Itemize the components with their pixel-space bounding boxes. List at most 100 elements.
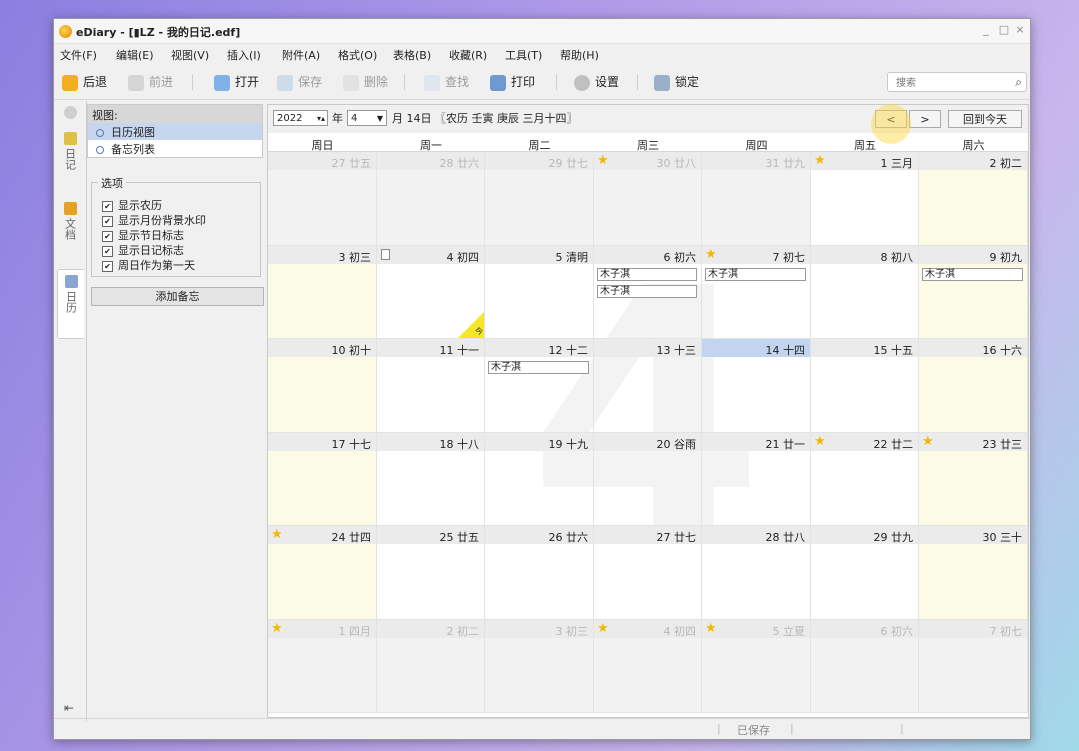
option-show-watermark[interactable]: ✔ 显示月份背景水印 (102, 212, 206, 227)
day-number: 14 十四 (765, 344, 806, 357)
day-number: 27 廿七 (656, 531, 697, 544)
day-cell[interactable]: 2 初二 (377, 619, 485, 713)
day-cell[interactable]: 26 廿六 (485, 526, 594, 620)
day-cell[interactable]: 8 初八 (811, 245, 919, 339)
save-button[interactable]: 保存 (277, 73, 322, 91)
day-cell[interactable]: 17 十七 (268, 432, 377, 526)
day-cell[interactable]: ★ 22 廿二 (811, 432, 919, 526)
menu-view[interactable]: 视图(V) (171, 47, 209, 63)
day-cell[interactable]: ★ 4 初四 (594, 619, 702, 713)
menu-favorites[interactable]: 收藏(R) (449, 47, 487, 63)
next-month-button[interactable]: > (909, 110, 941, 128)
option-sunday-first[interactable]: ✔ 周日作为第一天 (102, 257, 195, 272)
day-cell[interactable]: 13 十三 (594, 339, 702, 433)
day-cell[interactable]: ★ 23 廿三 (919, 432, 1028, 526)
back-to-today-button[interactable]: 回到今天 (948, 110, 1022, 128)
day-cell[interactable]: 21 廿一 (702, 432, 811, 526)
option-show-holiday[interactable]: ✔ 显示节日标志 (102, 227, 184, 242)
menu-edit[interactable]: 编辑(E) (116, 47, 154, 63)
toolbar: 后退 前进 打开 保存 删除 查找 打印 设置 锁定 ⌕ (54, 65, 1030, 100)
day-cell[interactable]: 15 十五 (811, 339, 919, 433)
menu-insert[interactable]: 插入(I) (227, 47, 261, 63)
search-input[interactable] (894, 74, 1008, 92)
tab-calendar[interactable]: 日历 (57, 269, 84, 339)
day-cell[interactable]: ★ 5 立夏 (702, 619, 811, 713)
day-number: 20 谷雨 (656, 437, 697, 451)
memo-entry[interactable]: 木子淇 (705, 267, 806, 281)
day-cell[interactable]: 3 初三 (485, 619, 594, 713)
maximize-button[interactable]: □ (996, 23, 1012, 37)
tab-diary[interactable]: 日记 (57, 127, 83, 187)
print-button[interactable]: 打印 (490, 73, 535, 91)
view-memo-list-option[interactable]: 备忘列表 (88, 140, 262, 157)
back-button[interactable]: 后退 (62, 73, 107, 91)
delete-button[interactable]: 删除 (343, 73, 388, 91)
day-cell[interactable]: 7 初七 (919, 619, 1028, 713)
menu-tools[interactable]: 工具(T) (505, 47, 542, 63)
forward-button[interactable]: 前进 (128, 73, 173, 91)
day-cell[interactable]: 2 初二 (919, 152, 1028, 246)
day-cell[interactable]: 18 十八 (377, 432, 485, 526)
add-memo-button[interactable]: 添加备忘 (91, 287, 264, 306)
day-cell[interactable]: 28 廿八 (702, 526, 811, 620)
memo-entry[interactable]: 木子淇 (597, 267, 697, 281)
menu-attachment[interactable]: 附件(A) (282, 47, 320, 63)
day-cell[interactable]: 27 廿七 (594, 526, 702, 620)
day-cell[interactable]: 5 清明 (485, 245, 594, 339)
month-select[interactable]: 4 ▼ (347, 110, 387, 126)
option-show-lunar[interactable]: ✔ 显示农历 (102, 197, 162, 212)
spinner-arrows-icon[interactable]: ▾▴ (317, 111, 325, 127)
option-show-diary-mark[interactable]: ✔ 显示日记标志 (102, 242, 184, 257)
chevron-down-icon[interactable]: ▼ (377, 111, 383, 127)
collapse-panel-icon[interactable]: ⇤ (64, 701, 74, 715)
day-cell[interactable]: 6 初六 (811, 619, 919, 713)
day-cell[interactable]: 4 初四今 (377, 245, 485, 339)
day-cell[interactable]: 29 廿九 (811, 526, 919, 620)
day-cell[interactable]: ★ 24 廿四 (268, 526, 377, 620)
day-cell[interactable]: 10 初十 (268, 339, 377, 433)
diary-note-icon[interactable] (381, 248, 390, 260)
memo-entry[interactable]: 木子淇 (922, 267, 1023, 281)
day-cell[interactable]: 20 谷雨 (594, 432, 702, 526)
day-cell[interactable]: 19 十九 (485, 432, 594, 526)
day-cell[interactable]: ★ 7 初七 木子淇 (702, 245, 811, 339)
day-cell[interactable]: ★ 1 三月 (811, 152, 919, 246)
year-spinner[interactable]: 2022 ▾▴ (273, 110, 328, 126)
menu-file[interactable]: 文件(F) (60, 47, 97, 63)
day-cell[interactable]: 29 廿七 (485, 152, 594, 246)
day-cell[interactable]: 3 初三 (268, 245, 377, 339)
day-cell[interactable]: 9 初九 木子淇 (919, 245, 1028, 339)
menu-help[interactable]: 帮助(H) (560, 47, 599, 63)
gear-tab[interactable] (57, 103, 83, 121)
search-icon[interactable]: ⌕ (1015, 75, 1022, 90)
memo-entry[interactable]: 木子淇 (597, 284, 697, 298)
star-icon: ★ (814, 433, 826, 449)
lock-button[interactable]: 锁定 (654, 73, 699, 91)
open-button[interactable]: 打开 (214, 73, 259, 91)
day-cell[interactable]: 25 廿五 (377, 526, 485, 620)
find-button[interactable]: 查找 (424, 73, 469, 91)
day-cell[interactable]: 14 十四 (702, 339, 811, 433)
day-cell[interactable]: 31 廿九 (702, 152, 811, 246)
day-cell[interactable]: ★ 30 廿八 (594, 152, 702, 246)
menu-table[interactable]: 表格(B) (393, 47, 431, 63)
day-cell[interactable]: 27 廿五 (268, 152, 377, 246)
search-box[interactable]: ⌕ (887, 72, 1027, 92)
view-calendar-option[interactable]: 日历视图 (88, 123, 262, 140)
checkbox-checked-icon: ✔ (102, 230, 113, 242)
day-cell[interactable]: 30 三十 (919, 526, 1028, 620)
day-cell[interactable]: ★ 1 四月 (268, 619, 377, 713)
weekday-label: 周三 (637, 139, 659, 152)
day-cell[interactable]: 28 廿六 (377, 152, 485, 246)
memo-entry[interactable]: 木子淇 (488, 361, 589, 374)
settings-button[interactable]: 设置 (574, 73, 619, 91)
day-cell[interactable]: 11 十一 (377, 339, 485, 433)
day-cell[interactable]: 12 十二 木子淇 (485, 339, 594, 433)
close-button[interactable]: × (1012, 23, 1028, 37)
year-label: 年 (332, 112, 343, 125)
tab-documents[interactable]: 文档 (57, 197, 83, 257)
menu-format[interactable]: 格式(O) (338, 47, 377, 63)
minimize-button[interactable]: _ (978, 23, 994, 37)
day-cell[interactable]: 16 十六 (919, 339, 1028, 433)
day-cell[interactable]: 6 初六 木子淇 木子淇 (594, 245, 702, 339)
